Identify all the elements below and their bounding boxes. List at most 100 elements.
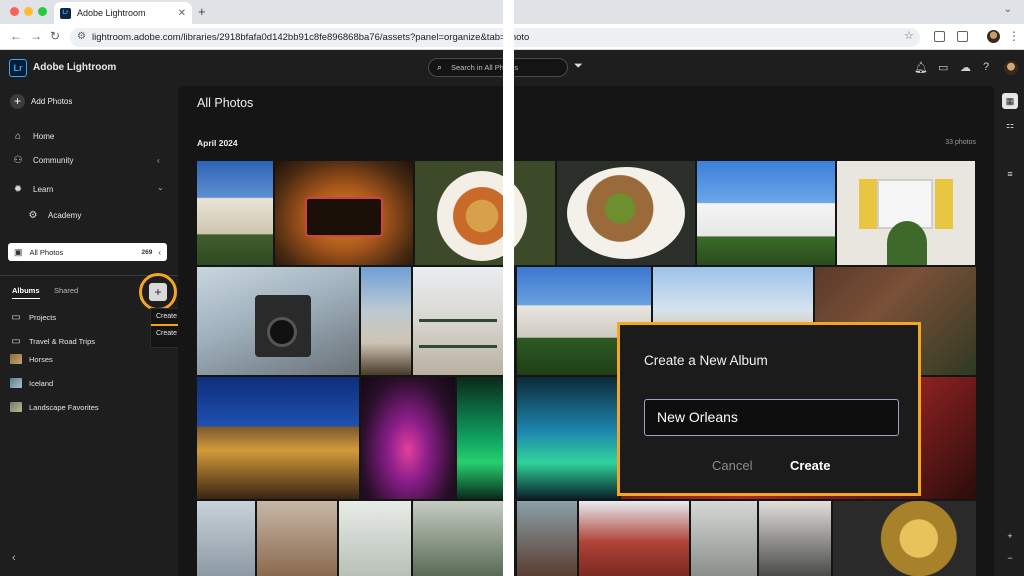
search-icon: ⌕ (437, 62, 443, 72)
photo-thumbnail[interactable] (197, 267, 359, 375)
page-title: All Photos (197, 96, 254, 110)
group-photo-count: 33 photos (945, 139, 976, 146)
photo-thumbnail[interactable] (275, 161, 413, 265)
sidebar-item-community[interactable]: ⚇ Community (12, 155, 74, 166)
browser-menu-icon[interactable]: ⋮ (1008, 29, 1020, 43)
tab-shared[interactable]: Shared (54, 286, 78, 295)
browser-tab[interactable]: Lr Adobe Lightroom ✕ (54, 2, 192, 24)
address-bar[interactable]: ⚙ lightroom.adobe.com/libraries/2918bfaf… (70, 28, 920, 47)
extension-icon[interactable] (934, 31, 945, 42)
left-panel: + Add Photos ⌂ Home ⚇ Community ‹ ✹ Lear… (0, 86, 208, 576)
sidebar-item-all-photos[interactable]: ▣ All Photos 269 ‹ (8, 243, 167, 261)
share-panel-icon[interactable]: ▭ (938, 61, 948, 74)
forward-arrow-icon[interactable]: → (30, 29, 42, 43)
zoom-out-icon[interactable]: − (1002, 550, 1018, 566)
photo-thumbnail[interactable] (697, 161, 835, 265)
filter-icon[interactable]: ⏷ (574, 60, 583, 73)
all-photos-label: All Photos (29, 247, 64, 257)
photo-thumbnail[interactable] (197, 501, 255, 576)
all-photos-count: 269 (141, 248, 153, 256)
minimize-window-button[interactable] (24, 7, 33, 16)
photo-thumbnail[interactable] (361, 267, 411, 375)
chevron-down-icon[interactable]: ⌄ (157, 183, 164, 192)
browser-profile-avatar[interactable] (987, 30, 1000, 43)
app-name: Adobe Lightroom (33, 62, 117, 73)
bell-icon[interactable]: 🔔︎ (914, 61, 928, 74)
album-name-input[interactable]: New Orleans (644, 399, 899, 436)
zoom-in-icon[interactable]: + (1002, 528, 1018, 544)
close-tab-icon[interactable]: ✕ (178, 8, 186, 19)
photo-thumbnail[interactable] (361, 377, 455, 499)
zoom-window-button[interactable] (38, 7, 47, 16)
help-icon[interactable]: ? (983, 61, 989, 73)
photo-thumbnail[interactable] (413, 501, 503, 576)
sidebar-item-label: Learn (33, 185, 54, 194)
photo-thumbnail[interactable] (837, 161, 975, 265)
photo-thumbnail[interactable] (197, 377, 359, 499)
album-thumbnail (10, 378, 22, 388)
presets-icon[interactable]: ⚏ (1002, 117, 1018, 133)
photo-thumbnail[interactable] (457, 377, 505, 499)
new-tab-button[interactable]: + (198, 4, 206, 19)
cancel-button[interactable]: Cancel (712, 458, 752, 473)
home-icon: ⌂ (14, 131, 22, 142)
album-label: Landscape Favorites (29, 402, 99, 412)
screen: Lr Adobe Lightroom ✕ + ⌄ ← → ↻ ⚙ lightro… (0, 0, 1024, 576)
tab-search-icon[interactable]: ⌄ (1004, 4, 1012, 15)
photo-thumbnail[interactable] (197, 161, 273, 265)
user-avatar[interactable] (1004, 61, 1018, 75)
info-panel-icon[interactable]: ≡ (1002, 166, 1018, 182)
album-label: Projects (29, 313, 57, 322)
album-item-horses[interactable]: Horses (10, 354, 53, 364)
date-group-header: April 2024 (197, 138, 238, 148)
photo-thumbnail[interactable] (413, 267, 503, 375)
split-divider (503, 0, 514, 576)
folder-icon: ▭ (11, 336, 21, 347)
album-item-landscape-favorites[interactable]: Landscape Favorites (10, 402, 99, 412)
url-text: lightroom.adobe.com/libraries/2918bfafa0… (92, 32, 530, 43)
create-button[interactable]: Create (790, 458, 830, 473)
lightroom-logo: Lr (9, 59, 27, 77)
photo-thumbnail[interactable] (415, 161, 555, 265)
close-window-button[interactable] (10, 7, 19, 16)
photos-icon: ▣ (14, 246, 23, 257)
right-rail: ▦ ⚏ ≡ + − (994, 86, 1024, 576)
academy-icon: ⚙ (28, 210, 38, 221)
puzzle-extensions-icon[interactable] (957, 31, 968, 42)
album-item-projects[interactable]: ▭ Projects (10, 312, 56, 323)
cloud-icon[interactable]: ☁ (960, 61, 971, 74)
album-item-iceland[interactable]: Iceland (10, 378, 53, 388)
sidebar-item-learn[interactable]: ✹ Learn (12, 184, 54, 195)
album-thumbnail (10, 354, 22, 364)
photo-thumbnail[interactable] (833, 501, 976, 576)
chevron-left-icon[interactable]: ‹ (158, 248, 161, 257)
community-icon: ⚇ (13, 155, 23, 166)
search-input[interactable]: ⌕ Search in All Photos (428, 58, 568, 77)
album-label: Horses (29, 354, 53, 364)
create-album-dialog: Create a New Album New Orleans Cancel Cr… (617, 322, 921, 496)
sidebar-item-label: Academy (48, 211, 82, 220)
tab-albums[interactable]: Albums (12, 286, 40, 299)
bookmark-star-icon[interactable]: ☆ (904, 29, 914, 42)
photo-thumbnail[interactable] (759, 501, 831, 576)
reload-icon[interactable]: ↻ (50, 29, 60, 43)
sidebar-item-academy[interactable]: ⚙ Academy (27, 210, 82, 221)
collapse-panel-icon[interactable]: ‹ (12, 552, 16, 564)
dialog-title: Create a New Album (644, 353, 768, 368)
site-info-icon[interactable]: ⚙ (77, 31, 86, 42)
photo-thumbnail[interactable] (517, 501, 577, 576)
album-item-travel[interactable]: ▭ Travel & Road Trips (10, 336, 95, 347)
photo-thumbnail[interactable] (579, 501, 689, 576)
add-photos-label: Add Photos (31, 97, 73, 106)
chevron-left-icon[interactable]: ‹ (157, 156, 160, 165)
photo-thumbnail[interactable] (257, 501, 337, 576)
photo-thumbnail[interactable] (691, 501, 757, 576)
edit-panel-icon[interactable]: ▦ (1002, 93, 1018, 109)
create-album-or-folder-button[interactable]: + (139, 273, 177, 311)
back-arrow-icon[interactable]: ← (10, 29, 22, 43)
sidebar-item-home[interactable]: ⌂ Home (12, 131, 54, 142)
photo-thumbnail[interactable] (557, 161, 695, 265)
add-photos-button[interactable]: + Add Photos (10, 94, 72, 109)
photo-thumbnail[interactable] (339, 501, 411, 576)
photo-thumbnail[interactable] (517, 377, 619, 499)
